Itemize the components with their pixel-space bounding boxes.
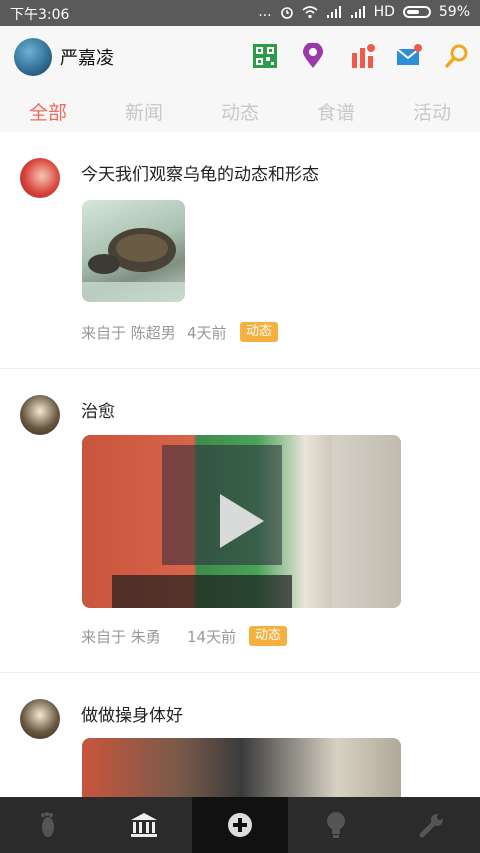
- chart-icon[interactable]: [350, 43, 376, 69]
- wrench-icon: [419, 814, 443, 838]
- tab-all[interactable]: 全部: [0, 98, 96, 125]
- post-source: 来自于 陈超男: [81, 324, 176, 342]
- play-icon[interactable]: [220, 494, 264, 548]
- footprint-icon: [41, 812, 54, 837]
- post-title: 今天我们观察乌龟的动态和形态: [81, 165, 319, 185]
- app-header: 严嘉凌: [0, 26, 480, 88]
- nav-wrench[interactable]: [384, 797, 480, 853]
- feed-list[interactable]: 今天我们观察乌龟的动态和形态 来自于 陈超男 4天前 动态 治愈 来自于 朱勇 …: [0, 132, 480, 797]
- qr-icon[interactable]: [252, 43, 278, 69]
- feed-item[interactable]: 治愈 来自于 朱勇 14天前 动态: [0, 369, 480, 673]
- battery-level: [406, 10, 419, 14]
- battery-percent: 59%: [438, 4, 470, 20]
- post-source: 来自于 朱勇: [81, 628, 161, 646]
- bottom-nav: [0, 797, 480, 853]
- battery-icon: [402, 6, 431, 18]
- network-label: HD: [373, 4, 395, 20]
- feed-item[interactable]: 今天我们观察乌龟的动态和形态 来自于 陈超男 4天前 动态: [0, 132, 480, 369]
- nav-footprint[interactable]: [0, 797, 96, 853]
- signal-icon-2: [350, 6, 365, 18]
- post-title: 治愈: [81, 402, 115, 422]
- status-bar: 下午3:06 ... HD 59%: [0, 0, 480, 26]
- add-icon: [228, 813, 252, 837]
- post-time: 4天前: [187, 324, 227, 342]
- status-right: ... HD 59%: [258, 4, 470, 20]
- mail-icon[interactable]: [396, 43, 422, 69]
- nav-bulb[interactable]: [288, 797, 384, 853]
- tab-activity[interactable]: 动态: [192, 98, 288, 125]
- tab-recipes[interactable]: 食谱: [288, 98, 384, 125]
- author-avatar[interactable]: [20, 699, 60, 739]
- nav-add[interactable]: [192, 797, 288, 853]
- post-tag-badge: 动态: [240, 322, 279, 342]
- status-time: 下午3:06: [10, 7, 70, 23]
- username: 严嘉凌: [60, 48, 114, 69]
- location-icon[interactable]: [300, 43, 326, 69]
- nav-bank[interactable]: [96, 797, 192, 853]
- tab-news[interactable]: 新闻: [96, 98, 192, 125]
- video-thumbnail[interactable]: [82, 738, 401, 797]
- post-time: 14天前: [187, 628, 237, 646]
- category-tabs: 全部 新闻 动态 食谱 活动: [0, 88, 480, 132]
- search-icon[interactable]: [444, 43, 470, 69]
- alarm-icon: [280, 7, 293, 19]
- author-avatar[interactable]: [20, 158, 60, 198]
- signal-icon: [326, 6, 341, 18]
- turtle-photo: [82, 228, 185, 302]
- video-thumbnail[interactable]: [82, 435, 401, 608]
- author-avatar[interactable]: [20, 395, 60, 435]
- post-tag-badge: 动态: [249, 626, 288, 646]
- post-thumbnail[interactable]: [82, 200, 185, 302]
- bank-icon: [131, 813, 157, 837]
- post-title: 做做操身体好: [81, 706, 183, 726]
- user-avatar[interactable]: [14, 38, 52, 76]
- notification-dots: ...: [258, 4, 272, 20]
- wifi-icon: [302, 6, 318, 19]
- tab-events[interactable]: 活动: [384, 98, 480, 125]
- feed-item[interactable]: 做做操身体好: [0, 673, 480, 797]
- bulb-icon: [327, 812, 345, 838]
